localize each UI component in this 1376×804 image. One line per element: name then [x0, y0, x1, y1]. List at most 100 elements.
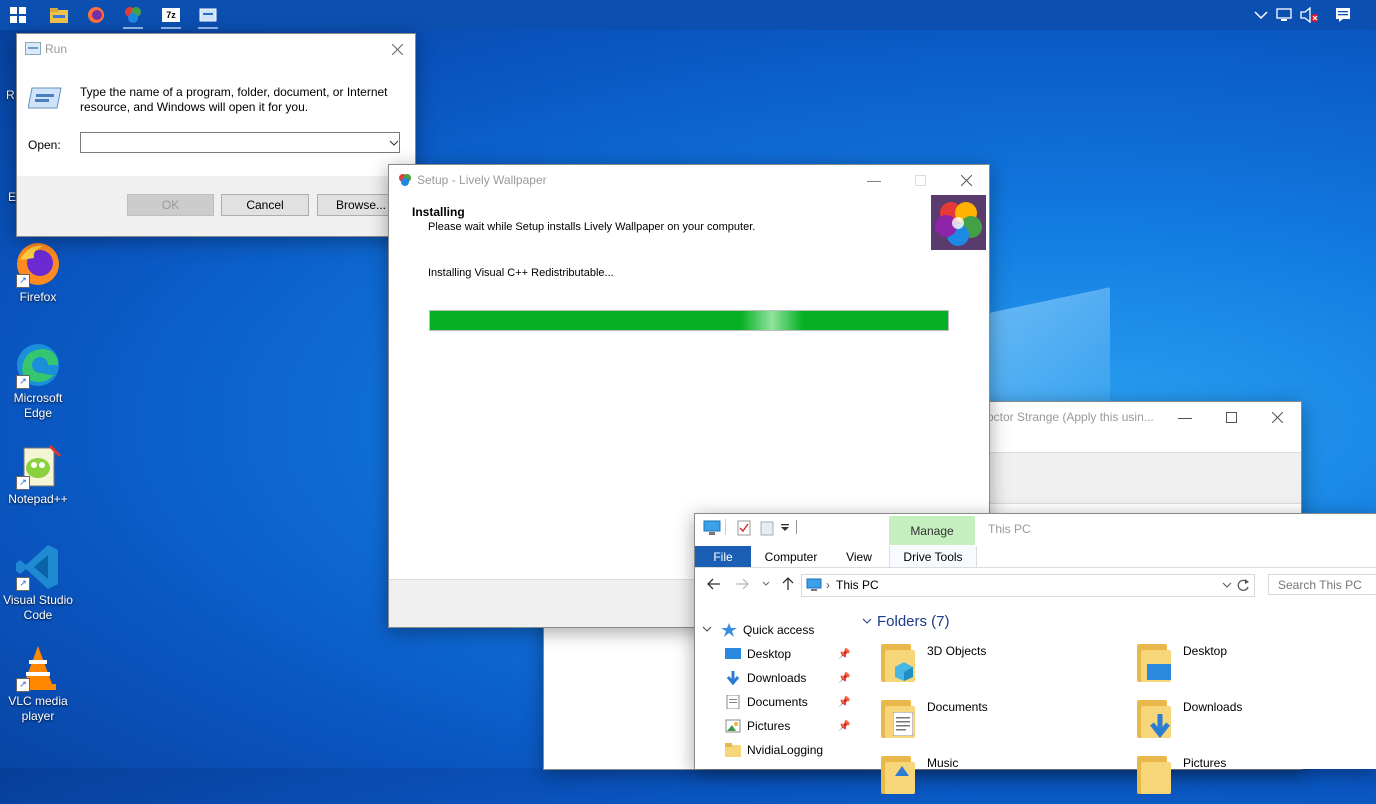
pin-icon[interactable]: 📌 [838, 673, 850, 684]
tab-computer[interactable]: Computer [757, 546, 825, 567]
nav-item-pictures[interactable]: Pictures [725, 715, 790, 737]
refresh-icon[interactable] [1236, 578, 1250, 592]
open-input[interactable] [80, 132, 400, 153]
folder-documents[interactable]: Documents [881, 696, 1121, 748]
pin-icon[interactable]: 📌 [838, 721, 850, 732]
minimize-button[interactable]: — [851, 165, 897, 195]
lively-wallpaper-icon [125, 7, 141, 23]
nav-item-nvidialogging[interactable]: NvidiaLogging [725, 739, 823, 761]
recent-locations-icon[interactable] [762, 581, 770, 587]
ribbon-divider [695, 567, 1376, 568]
customize-toolbar-icon[interactable] [781, 524, 789, 532]
tab-view[interactable]: View [837, 546, 881, 567]
up-arrow-icon[interactable] [782, 577, 794, 591]
folders-group-header[interactable]: Folders (7) [877, 613, 950, 630]
folder-label: Desktop [1183, 644, 1228, 658]
chevron-down-icon[interactable] [702, 626, 712, 634]
nav-item-desktop[interactable]: Desktop [725, 643, 791, 665]
folder-pictures[interactable]: Pictures [1137, 752, 1376, 804]
pictures-icon [725, 719, 741, 733]
star-icon [721, 623, 737, 637]
taskbar-lively[interactable] [121, 3, 145, 29]
volume-muted-icon[interactable] [1300, 6, 1318, 24]
maximize-button [897, 165, 943, 195]
nav-label: NvidiaLogging [747, 743, 824, 757]
close-button[interactable] [943, 165, 989, 195]
network-icon[interactable] [1276, 6, 1294, 24]
taskbar-run[interactable] [196, 3, 220, 29]
new-folder-icon[interactable] [760, 520, 774, 536]
nav-quick-access[interactable]: Quick access [721, 619, 814, 641]
vscode-icon: ↗ [14, 543, 62, 591]
nav-item-downloads[interactable]: Downloads [725, 667, 806, 689]
folder-music[interactable]: Music [881, 752, 1121, 804]
taskbar-7zip[interactable]: 7z [159, 3, 183, 29]
desktop-icon-label: Notepad++ [8, 492, 68, 506]
window-title: This PC [988, 522, 1031, 536]
desktop-icon-firefox[interactable]: ↗ Firefox [0, 240, 76, 305]
firefox-icon: ↗ [14, 240, 62, 288]
desktop-icon-label: Firefox [19, 290, 57, 304]
close-button[interactable] [1254, 402, 1300, 432]
folder-desktop[interactable]: Desktop [1137, 640, 1376, 692]
notifications-icon[interactable] [1334, 6, 1352, 24]
ok-button[interactable]: OK [127, 194, 214, 216]
desktop-icon-edge[interactable]: ↗ Microsoft Edge [0, 341, 76, 421]
folder-label: Downloads [1183, 700, 1243, 714]
close-icon [1271, 411, 1283, 423]
minimize-button[interactable]: — [1162, 402, 1208, 432]
run-icon [199, 8, 217, 22]
music-folder-icon [881, 756, 915, 794]
nav-item-documents[interactable]: Documents [725, 691, 808, 713]
pin-icon[interactable]: 📌 [838, 649, 850, 660]
setup-titlebar[interactable]: Setup - Lively Wallpaper — [389, 165, 989, 195]
properties-icon[interactable] [737, 520, 751, 536]
desktop-icon-notepadpp[interactable]: ↗ Notepad++ [0, 442, 76, 507]
address-bar[interactable]: › This PC [801, 574, 1255, 597]
firefox-icon [88, 7, 104, 23]
file-explorer-window[interactable]: Manage This PC File Computer View Drive … [694, 513, 1376, 794]
taskbar-file-explorer[interactable] [47, 3, 71, 27]
folder-3d-objects[interactable]: 3D Objects [881, 640, 1121, 692]
start-button[interactable] [6, 3, 30, 27]
active-indicator [161, 27, 181, 29]
tab-drive-tools[interactable]: Drive Tools [889, 546, 977, 567]
folder-downloads[interactable]: Downloads [1137, 696, 1376, 748]
search-input[interactable]: Search This PC [1268, 574, 1376, 595]
chevron-down-icon[interactable] [1222, 582, 1232, 588]
maximize-button[interactable] [1208, 402, 1254, 432]
run-titlebar[interactable]: Run [17, 34, 415, 64]
close-button[interactable] [379, 34, 415, 64]
tab-file[interactable]: File [695, 546, 751, 567]
maximize-icon [1225, 411, 1237, 423]
desktop-icon-vscode[interactable]: ↗ Visual Studio Code [0, 543, 76, 623]
lively-wallpaper-icon [399, 174, 411, 186]
progress-bar [429, 310, 949, 331]
chevron-down-icon[interactable] [387, 134, 401, 152]
setup-logo [931, 195, 986, 250]
desktop-icon-label-partial: R [6, 88, 15, 102]
manage-tab[interactable]: Manage [889, 516, 975, 545]
close-icon [960, 174, 972, 186]
cancel-button[interactable]: Cancel [221, 194, 309, 216]
start-icon [10, 7, 26, 23]
nav-label: Quick access [743, 623, 815, 637]
7zip-icon: 7z [162, 8, 180, 22]
desktop-icon-label: Microsoft Edge [13, 391, 63, 420]
taskbar-firefox[interactable] [84, 3, 108, 27]
active-indicator [198, 27, 218, 29]
desktop-icon-label: Visual Studio Code [3, 593, 73, 622]
run-icon [25, 42, 41, 55]
breadcrumb[interactable]: This PC [836, 578, 879, 592]
close-icon [391, 43, 403, 55]
shortcut-arrow-icon: ↗ [16, 577, 30, 591]
desktop-icon-vlc[interactable]: ↗ VLC media player [0, 644, 76, 724]
minimize-icon: — [1178, 409, 1192, 425]
nav-label: Desktop [747, 647, 792, 661]
pin-icon[interactable]: 📌 [838, 697, 850, 708]
forward-arrow-icon[interactable] [735, 578, 749, 590]
chevron-down-icon[interactable] [862, 618, 872, 626]
run-dialog[interactable]: Run Type the name of a program, folder, … [16, 33, 416, 237]
back-arrow-icon[interactable] [707, 578, 721, 590]
chevron-up-icon[interactable] [1252, 6, 1270, 24]
